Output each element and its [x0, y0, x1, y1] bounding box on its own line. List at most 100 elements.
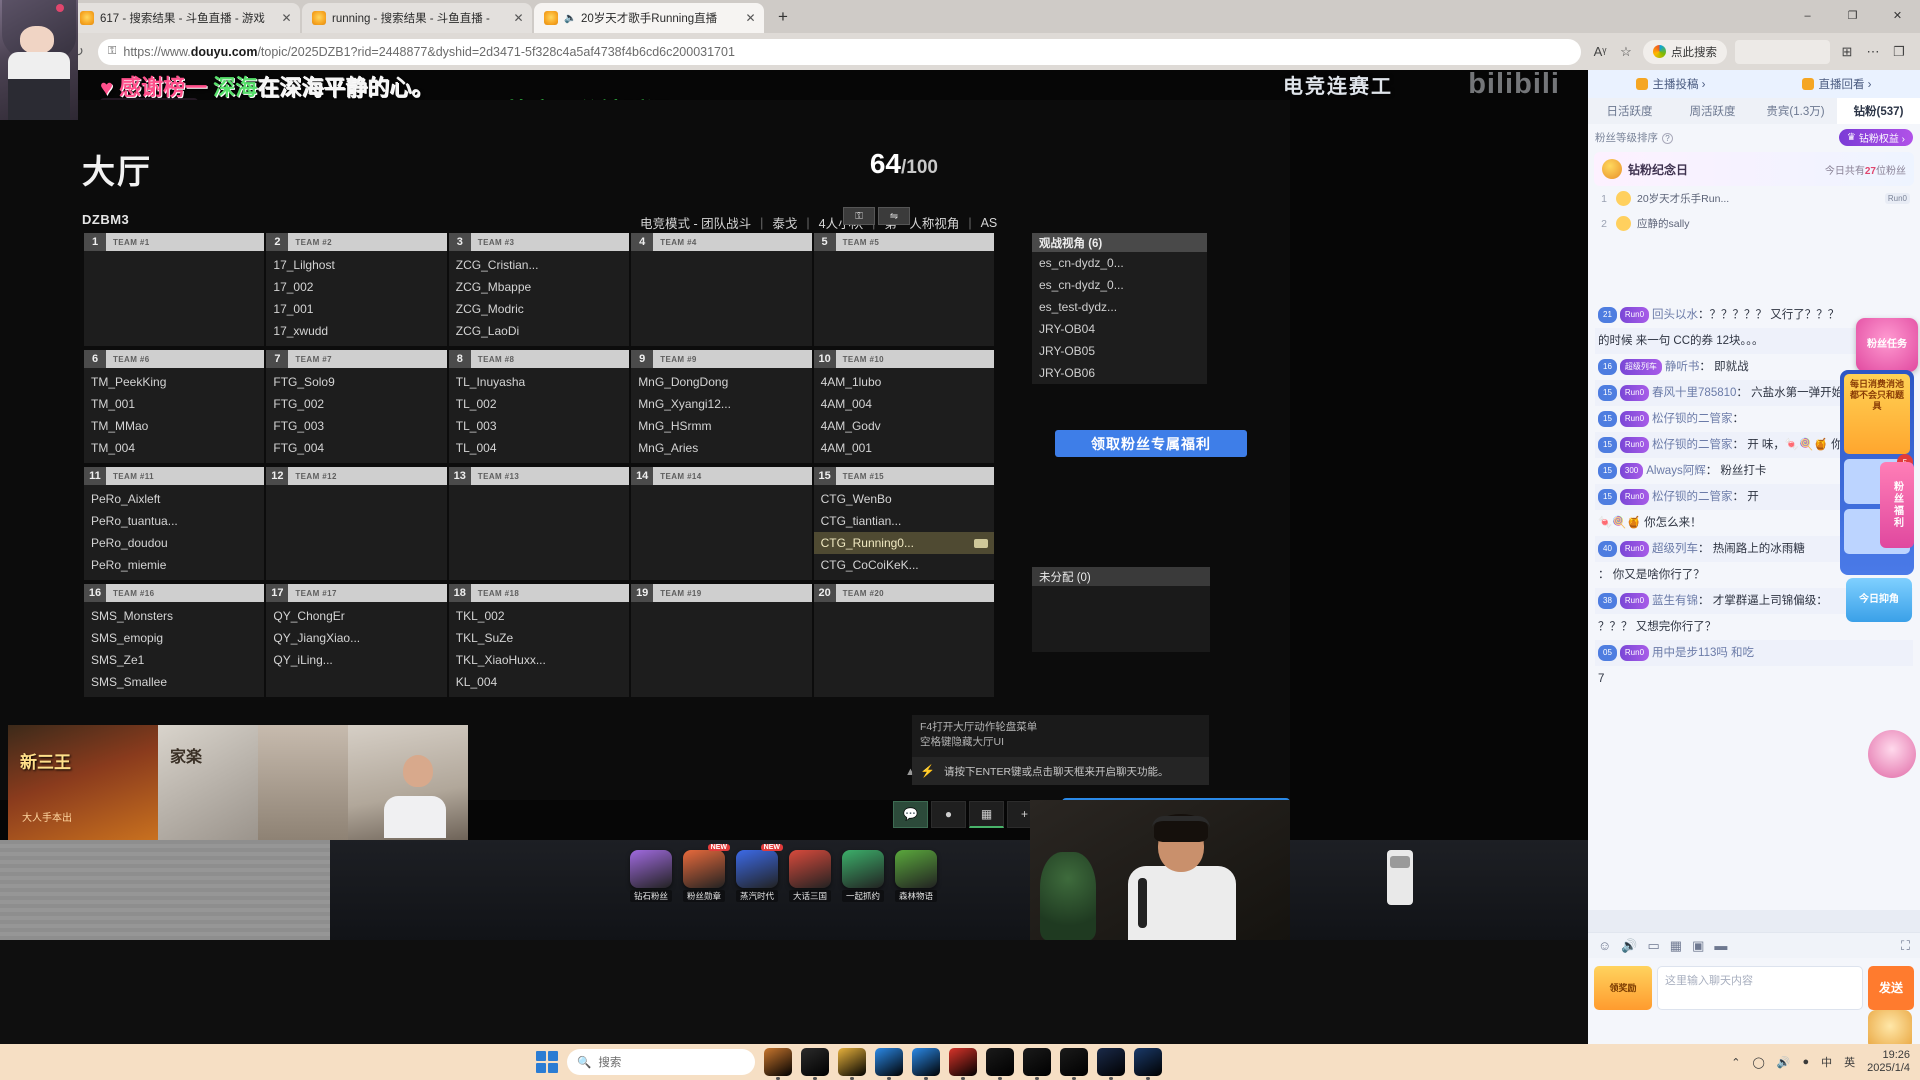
team-card[interactable]: 1 TEAM #1	[84, 233, 265, 346]
player-slot[interactable]: KL_004	[449, 671, 629, 693]
team-card[interactable]: 20 TEAM #20	[813, 584, 994, 697]
player-slot[interactable]: 4AM_004	[814, 393, 994, 415]
lang-icon[interactable]: 英	[1844, 1054, 1855, 1070]
player-slot[interactable]	[449, 488, 629, 510]
explorer-folder-icon[interactable]	[801, 1048, 829, 1080]
player-slot[interactable]: FTG_004	[266, 437, 446, 459]
obs-icon[interactable]	[1023, 1048, 1051, 1080]
player-slot[interactable]: 17_Lilghost	[266, 254, 446, 276]
tab-weekly-activity[interactable]: 周活跃度	[1671, 98, 1754, 124]
streamer-submission-link[interactable]: 主播投稿 ›	[1636, 76, 1706, 92]
quick-icon[interactable]: 森林物语	[895, 850, 937, 902]
close-icon[interactable]: ✕	[279, 11, 294, 26]
store-icon[interactable]	[912, 1048, 940, 1080]
read-aloud-icon[interactable]: Aᵞ	[1587, 39, 1613, 65]
stream-video-player[interactable]: ♥ 感谢榜一 深海在深海平静的心。 今日看单 看比赛 办公室 出征 比赛三分钟延…	[0, 70, 1588, 940]
player-slot[interactable]	[631, 254, 811, 276]
player-slot[interactable]: TL_004	[449, 437, 629, 459]
file-explorer-icon[interactable]	[838, 1048, 866, 1080]
browser-tab-3[interactable]: 🔈 20岁天才歌手Running直播 ✕	[534, 3, 764, 33]
tab-vip[interactable]: 贵宾(1.3万)	[1754, 98, 1837, 124]
player-slot[interactable]	[449, 510, 629, 532]
player-slot[interactable]	[631, 320, 811, 342]
split-screen-icon[interactable]: ❐	[1886, 39, 1912, 65]
player-slot[interactable]	[449, 532, 629, 554]
team-card[interactable]: 13 TEAM #13	[448, 467, 630, 580]
profile-area[interactable]	[1735, 39, 1830, 64]
player-slot[interactable]	[449, 554, 629, 576]
green-app-icon[interactable]	[986, 1048, 1014, 1080]
fan-rank-row[interactable]: 2 应静的sally	[1594, 211, 1914, 236]
team-card[interactable]: 12 TEAM #12	[266, 467, 447, 580]
spectator-row[interactable]: es_test-dydz...	[1032, 296, 1207, 318]
player-slot[interactable]: QY_ChongEr	[266, 605, 446, 627]
player-slot[interactable]	[814, 298, 994, 320]
spectator-row[interactable]: es_cn-dydz_0...	[1032, 274, 1207, 296]
orange-app-icon[interactable]	[1060, 1048, 1088, 1080]
collections-icon[interactable]: ⊞	[1834, 39, 1860, 65]
chat-input[interactable]: 这里输入聊天内容	[1657, 966, 1863, 1010]
chat-nickname[interactable]: 春风十里785810	[1652, 387, 1736, 399]
player-slot[interactable]: SMS_Monsters	[84, 605, 264, 627]
player-slot[interactable]: PeRo_Aixleft	[84, 488, 264, 510]
player-slot[interactable]	[814, 649, 994, 671]
new-tab-button[interactable]: +	[770, 5, 796, 31]
player-slot[interactable]	[814, 627, 994, 649]
player-slot[interactable]: TL_Inuyasha	[449, 371, 629, 393]
team-card[interactable]: 17 TEAM #17 QY_ChongEr QY_JiangXiao... QY_iL…	[266, 584, 447, 697]
browser-tab-1[interactable]: 617 - 搜索结果 - 斗鱼直播 - 游戏 ✕	[70, 3, 300, 33]
player-slot[interactable]: ZCG_Cristian...	[449, 254, 629, 276]
player-slot[interactable]	[814, 320, 994, 342]
chat-icon[interactable]: 💬	[893, 800, 928, 828]
player-slot[interactable]: SMS_emopig	[84, 627, 264, 649]
player-slot[interactable]: TKL_XiaoHuxx...	[449, 649, 629, 671]
quick-icon[interactable]: NEW 蒸汽时代	[736, 844, 783, 902]
player-slot[interactable]: TL_003	[449, 415, 629, 437]
team-card[interactable]: 2 TEAM #2 17_Lilghost 17_002 17_001 17_xwudd	[266, 233, 447, 346]
more-menu-icon[interactable]: ⋯	[1860, 39, 1886, 65]
close-icon[interactable]: ✕	[743, 11, 758, 26]
player-slot[interactable]: TM_001	[84, 393, 264, 415]
thumb-room-cam[interactable]: 家楽	[158, 725, 258, 840]
close-icon[interactable]: ✕	[511, 11, 526, 26]
team-card[interactable]: 10 TEAM #10 4AM_1lubo 4AM_004 4AM_Godv 4AM_00…	[813, 350, 994, 463]
player-slot[interactable]: TM_004	[84, 437, 264, 459]
player-slot[interactable]: SMS_Smallee	[84, 671, 264, 693]
player-slot[interactable]: FTG_002	[266, 393, 446, 415]
player-slot[interactable]: ZCG_Modric	[449, 298, 629, 320]
player-slot[interactable]	[84, 320, 264, 342]
player-slot[interactable]	[631, 276, 811, 298]
quick-icon[interactable]: NEW 粉丝勋章	[683, 844, 730, 902]
team-card[interactable]: 19 TEAM #19	[631, 584, 812, 697]
player-slot[interactable]: MnG_HSrmm	[631, 415, 811, 437]
player-slot[interactable]	[814, 276, 994, 298]
player-slot[interactable]	[84, 298, 264, 320]
close-window-button[interactable]: ✕	[1875, 0, 1920, 33]
gift-float-icon[interactable]	[1868, 730, 1916, 778]
help-icon[interactable]: ?	[1662, 132, 1673, 144]
player-slot[interactable]: MnG_Aries	[631, 437, 811, 459]
shuffle-teams-icon[interactable]: ⇋	[878, 207, 910, 225]
player-slot[interactable]	[84, 276, 264, 298]
wps-icon[interactable]	[949, 1048, 977, 1080]
chat-nickname[interactable]: Always阿辉	[1646, 465, 1705, 477]
player-slot[interactable]: ZCG_LaoDi	[449, 320, 629, 342]
player-slot[interactable]: CTG_WenBo	[814, 488, 994, 510]
ime-icon[interactable]: 中	[1821, 1054, 1832, 1070]
voice-icon[interactable]: ●	[931, 800, 966, 828]
player-slot[interactable]	[631, 298, 811, 320]
player-slot[interactable]	[631, 554, 811, 576]
player-slot[interactable]: QY_JiangXiao...	[266, 627, 446, 649]
quick-icon[interactable]: 钻石粉丝	[630, 850, 672, 902]
streamer-camera[interactable]	[1030, 800, 1290, 940]
chat-nickname[interactable]: 蓝生有锦	[1652, 595, 1698, 607]
player-slot[interactable]: FTG_003	[266, 415, 446, 437]
player-slot[interactable]: TKL_002	[449, 605, 629, 627]
mic-icon[interactable]: ●	[1803, 1056, 1810, 1068]
spectator-row[interactable]: JRY-OB05	[1032, 340, 1207, 362]
browser-tab-2[interactable]: running - 搜索结果 - 斗鱼直播 - ✕	[302, 3, 532, 33]
player-slot[interactable]	[84, 254, 264, 276]
team-card[interactable]: 11 TEAM #11 PeRo_Aixleft PeRo_tuantua... PeR…	[84, 467, 265, 580]
gift-icon[interactable]: ▭	[1647, 938, 1659, 954]
player-slot[interactable]: TM_MMao	[84, 415, 264, 437]
